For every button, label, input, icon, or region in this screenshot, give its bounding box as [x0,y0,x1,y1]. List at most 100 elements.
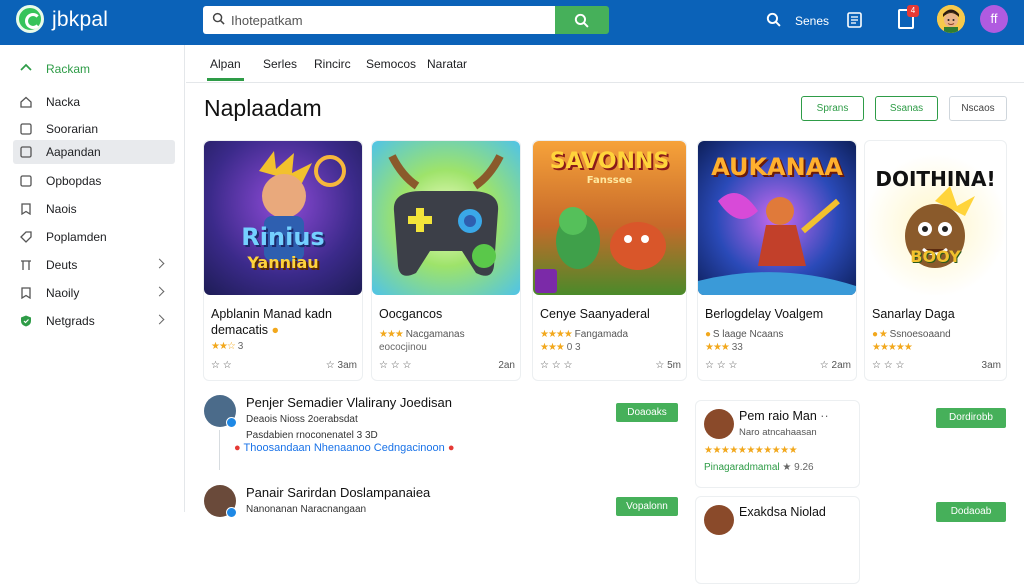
sidebar-item-1[interactable]: Nacka [13,90,175,114]
sidebar-item-9[interactable]: Netgrads [13,309,175,333]
card-subtitle: ★★★ Nacgamanas [379,329,465,340]
star-outline-icon[interactable]: ☆ ☆ ☆ [705,360,737,371]
game-card[interactable]: AUKANAA Berlogdelay Voalgem ● S laage Nc… [697,140,857,381]
review-action-button[interactable]: Vopalonn [616,497,678,516]
user-avatar[interactable] [937,5,965,33]
sidebar-item-label: Naoily [46,286,80,300]
sidebar-item-label: Naois [46,202,77,216]
tab-3[interactable]: Semocos [366,57,416,71]
review-action-button[interactable]: Doaoaks [616,403,678,422]
top-link[interactable]: Senes [795,14,829,28]
star-rating-icon: ★★★ [540,342,565,353]
chevron-right-icon[interactable] [154,314,165,325]
app-logo[interactable] [16,5,44,33]
review-link[interactable]: ● Thoosandaan Nhenaanoo Cedngacinoon ● [234,442,454,454]
sidebar-item-5[interactable]: Naois [13,197,175,221]
search-button[interactable] [555,6,609,34]
star-rating-icon: ★★★★ [540,329,573,340]
reviewer-name[interactable]: Panair Sarirdan Doslampanaiea [246,485,430,500]
player-card[interactable]: Exakdsa Niolad [695,496,860,584]
profile-button[interactable]: ff [980,5,1008,33]
card-title-text: Apblanin Manad kadn [211,307,332,321]
avatar[interactable] [704,409,734,439]
player-name: Pem raio Man ·· [739,409,829,423]
game-card[interactable]: Oocgancos ★★★ Nacgamanas eococjinou ☆ ☆ … [371,140,521,381]
chevron-right-icon[interactable] [154,258,165,269]
review-line: Pasdabien rnoconenatel 3 3D [246,430,378,441]
bookmark-icon [21,287,31,299]
sidebar: Rackam Nacka Soorarian Aapandan Opbopdas… [0,45,185,512]
thumbnail-title: SAVONNS [549,149,670,174]
search-icon [212,12,225,25]
game-thumbnail[interactable] [372,141,520,295]
sidebar-item-label: Aapandan [46,145,101,159]
rating-text: 33 [731,342,743,353]
thumbnail-subtitle: BOOY [910,247,961,266]
card-meta: ☆ 2am [819,360,851,371]
search-input[interactable] [231,10,541,30]
sidebar-item-6[interactable]: Poplamden [13,225,175,249]
card-subtitle: ★★★★ Fangamada [540,329,628,340]
card-title-text: demacatis [211,323,268,337]
star-rating-icon: ★★★★★ [872,342,913,353]
card-meta-text: 2am [831,360,851,371]
card-rating: ★★★★★ [872,342,913,353]
tab-0[interactable]: Alpan [207,57,244,81]
card-meta-text: 5m [667,360,681,371]
home-icon [20,63,32,71]
star-outline-icon[interactable]: ☆ ☆ ☆ [540,360,572,371]
chevron-right-icon[interactable] [154,286,165,297]
filter-pill-1[interactable]: Ssanas [875,96,938,121]
card-subtitle: ● S laage Ncaans [705,329,783,340]
player-status-text: Pinagaradmamal [704,462,780,473]
sidebar-item-7[interactable]: Deuts [13,253,175,277]
sidebar-item-4[interactable]: Opbopdas [13,169,175,193]
player-card[interactable]: Pem raio Man ·· Naro atncahaasan ★★★★★★★… [695,400,860,488]
sidebar-item-home[interactable]: Rackam [13,57,175,81]
tab-1[interactable]: Serles [263,57,297,71]
brand-name[interactable]: jbkpal [52,8,108,32]
search-icon [574,13,589,28]
star-outline-icon[interactable]: ☆ ☆ ☆ [379,360,411,371]
sidebar-item-8[interactable]: Naoily [13,281,175,305]
filter-pill-2[interactable]: Nscaos [949,96,1007,121]
game-card[interactable]: DOITHINA! BOOY Sanarlay Daga ● ★ Ssnoeso… [864,140,1007,381]
game-thumbnail[interactable]: SAVONNS Fanssee [533,141,686,295]
card-rating: ★★★ 33 [705,342,743,353]
card-footer: ☆ ☆ ☆ 2an [379,360,515,371]
player-action-button[interactable]: Dordirobb [936,408,1006,428]
document-icon[interactable] [847,12,862,28]
card-footer: ☆ ☆ ☆ ☆ 2am [705,360,851,371]
thumbnail-title: Rinius [241,223,325,251]
sidebar-item-3[interactable]: Aapandan [13,140,175,164]
game-card[interactable]: SAVONNS Fanssee Cenye Saanyaderal ★★★★ F… [532,140,687,381]
tab-2[interactable]: Rincirc [314,57,351,71]
game-thumbnail[interactable]: DOITHINA! BOOY [865,141,1006,295]
more-icon[interactable]: ·· [820,409,828,423]
game-thumbnail[interactable]: AUKANAA [698,141,856,295]
search-box[interactable] [203,6,555,34]
player-status: Pinagaradmamal ★ 9.26 [704,462,814,473]
player-action-button[interactable]: Dodaoab [936,502,1006,522]
star-outline-icon[interactable]: ☆ ☆ ☆ [872,360,904,371]
reviewer-name[interactable]: Penjer Semadier Vlalirany Joedisan [246,395,452,410]
avatar-face-icon [937,5,965,33]
game-thumbnail[interactable]: Rinius Yanniau [204,141,362,295]
thread-line [219,430,220,470]
top-bar: jbkpal Senes 4 ff [0,0,1024,45]
review-link-text[interactable]: Thoosandaan Nhenaanoo Cedngacinoon [244,442,445,454]
verified-icon [226,417,237,428]
search-icon[interactable] [766,12,781,27]
game-card[interactable]: Rinius Yanniau Apblanin Manad kadn demaca… [203,140,363,381]
review-item: Panair Sarirdan Doslampanaiea Nanonanan … [186,485,686,580]
star-outline-icon[interactable]: ☆ ☆ [211,360,232,371]
player-status-extra: ★ 9.26 [782,462,814,473]
card-footer: ☆ ☆ ☆ 3am [211,360,357,371]
filter-pill-0[interactable]: Sprans [801,96,864,121]
bookmark-icon [21,203,31,215]
review-line: Deaois Nioss 2oerabsdat [246,414,358,425]
avatar[interactable] [704,505,734,535]
tab-4[interactable]: Naratar [427,57,467,71]
sidebar-item-2[interactable]: Soorarian [13,117,175,141]
card-title: Sanarlay Daga [872,307,955,321]
